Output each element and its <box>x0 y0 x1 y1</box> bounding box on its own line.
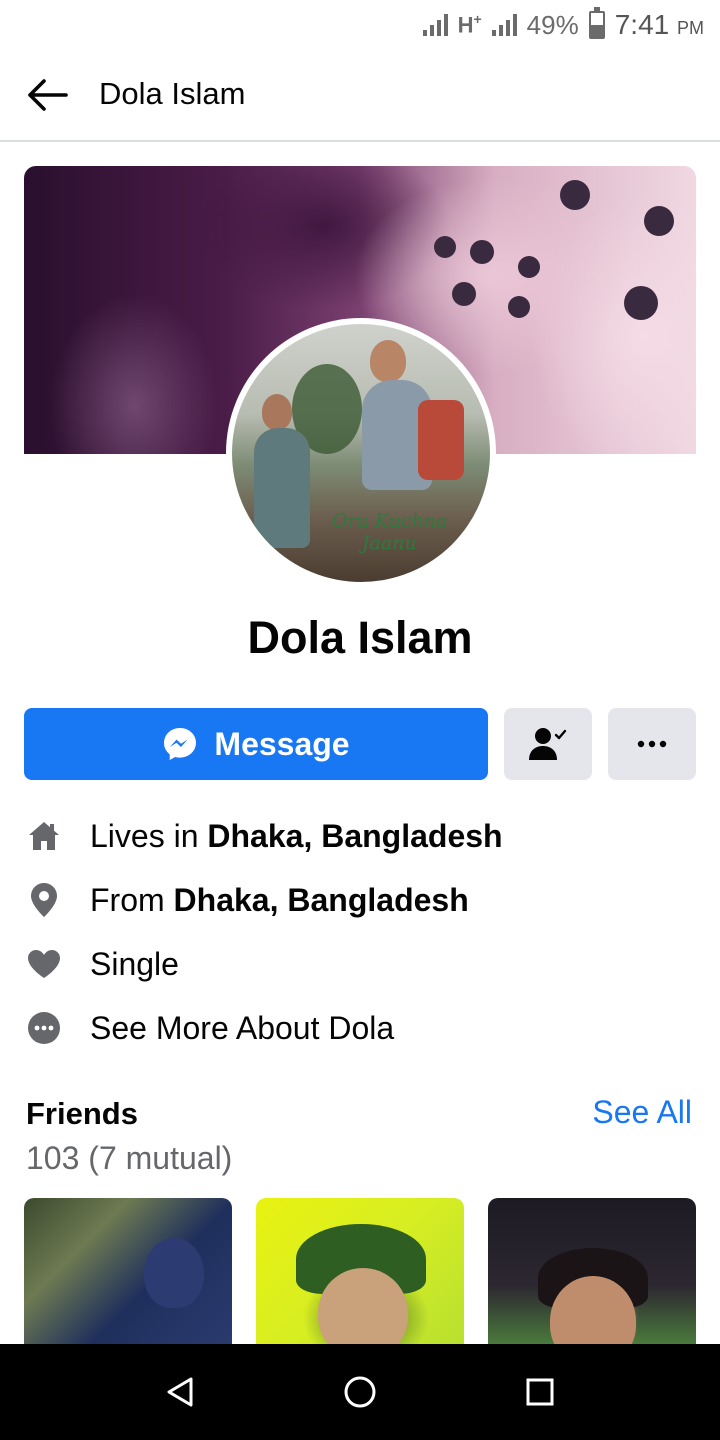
clock: 7:41 PM <box>614 9 704 40</box>
cover-dot <box>434 236 456 258</box>
friends-status-button[interactable] <box>504 708 592 780</box>
signal-icon-2 <box>491 14 517 36</box>
friends-heading: Friends <box>26 1096 138 1131</box>
square-recents-icon <box>526 1378 554 1406</box>
page-title: Dola Islam <box>99 76 246 111</box>
signal-icon <box>422 14 448 36</box>
back-button[interactable] <box>22 72 72 118</box>
cover-dot <box>470 240 494 264</box>
see-all-friends-link[interactable]: See All <box>592 1094 692 1131</box>
message-button[interactable]: Message <box>24 708 488 780</box>
cover-dot <box>644 206 674 236</box>
info-from: From Dhaka, Bangladesh <box>24 875 704 925</box>
profile-picture-image: Oru Kuchna Jaanu <box>232 324 490 582</box>
from-location[interactable]: Dhaka, Bangladesh <box>174 882 469 918</box>
more-horizontal-icon <box>637 740 667 748</box>
top-app-bar: Dola Islam <box>0 50 720 142</box>
lives-in-location[interactable]: Dhaka, Bangladesh <box>207 818 502 854</box>
status-bar: H+ 49% 7:41 PM <box>0 0 720 50</box>
location-pin-icon <box>24 880 64 920</box>
battery-icon <box>588 7 605 39</box>
nav-home-button[interactable] <box>336 1368 384 1416</box>
friend-card[interactable] <box>256 1198 464 1344</box>
see-more-about[interactable]: See More About Dola <box>24 1003 704 1053</box>
friend-card[interactable] <box>24 1198 232 1344</box>
message-button-label: Message <box>214 725 350 762</box>
person-check-icon <box>529 728 567 760</box>
triangle-back-icon <box>167 1377 193 1407</box>
cover-dot <box>560 180 590 210</box>
ellipsis-circle-icon <box>24 1008 64 1048</box>
info-relationship: Single <box>24 939 704 989</box>
arrow-left-icon <box>28 79 68 111</box>
battery-percent: 49% <box>526 9 579 40</box>
profile-picture[interactable]: Oru Kuchna Jaanu <box>226 318 496 588</box>
avatar-caption: Oru Kuchna Jaanu <box>332 510 448 554</box>
friends-count: 103 (7 mutual) <box>26 1140 233 1176</box>
info-lives-in: Lives in Dhaka, Bangladesh <box>24 811 704 861</box>
home-icon <box>24 816 64 856</box>
cover-dot <box>624 286 658 320</box>
cover-dot <box>518 256 540 278</box>
messenger-icon <box>164 728 197 760</box>
nav-back-button[interactable] <box>156 1368 204 1416</box>
nav-recents-button[interactable] <box>516 1368 564 1416</box>
heart-icon <box>24 944 64 984</box>
cover-dot <box>508 296 530 318</box>
more-options-button[interactable] <box>608 708 696 780</box>
status-indicators: H+ 49% 7:41 PM <box>422 7 704 42</box>
friend-card[interactable] <box>488 1198 696 1344</box>
network-type: H+ <box>457 11 482 38</box>
see-more-label: See More About Dola <box>90 1009 395 1046</box>
circle-home-icon <box>344 1376 376 1408</box>
relationship-status: Single <box>90 945 179 982</box>
profile-name: Dola Islam <box>247 612 473 663</box>
system-nav-bar <box>0 1344 720 1440</box>
cover-dot <box>452 282 476 306</box>
